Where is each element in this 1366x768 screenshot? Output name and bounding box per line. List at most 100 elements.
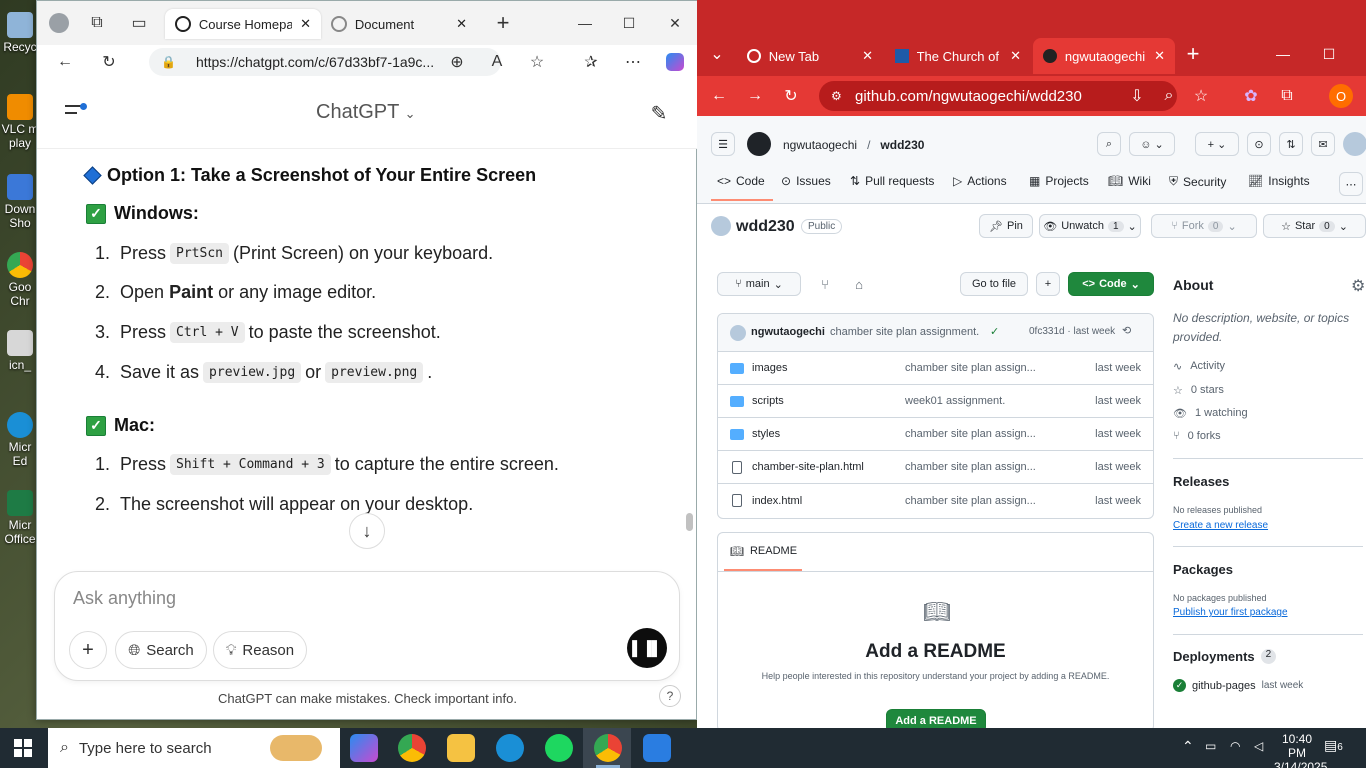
more-nav-icon[interactable]: ⋯ (1339, 172, 1363, 196)
menu-icon[interactable]: ☰ (711, 132, 735, 156)
minimize-icon[interactable]: — (565, 7, 605, 39)
tags-icon[interactable]: ⌂ (845, 270, 873, 298)
commit-message[interactable]: chamber site plan assignment. (830, 326, 979, 338)
notification-icon[interactable]: ▤6 (1324, 737, 1343, 754)
sidebar-toggle-icon[interactable] (65, 103, 87, 119)
watching-link[interactable]: 👁︎ 1 watching (1173, 407, 1248, 420)
minimize-icon[interactable]: — (1263, 38, 1303, 70)
maximize-icon[interactable]: ☐ (609, 7, 649, 39)
desktop-icon-chrome[interactable]: Goo Chr (0, 248, 40, 318)
help-button[interactable]: ? (659, 685, 681, 707)
releases-title[interactable]: Releases (1173, 474, 1229, 489)
user-avatar[interactable] (1343, 132, 1366, 156)
edge-tab-document[interactable]: Document ✕ (321, 9, 477, 39)
repo-nav-wiki[interactable]: 📖︎ Wiki (1108, 174, 1151, 188)
repo-nav-security[interactable]: ⛨ Security (1169, 174, 1226, 189)
voice-mode-button[interactable]: ▌▐▌ (627, 628, 667, 668)
copilot-icon[interactable] (661, 48, 689, 76)
close-tab-icon[interactable]: ✕ (300, 16, 311, 32)
profile-avatar[interactable]: O (1329, 84, 1353, 108)
pin-button[interactable]: 📌︎ Pin (979, 214, 1033, 238)
edge-taskbar-icon[interactable] (496, 734, 524, 762)
deployments-title[interactable]: Deployments 2 (1173, 649, 1277, 664)
extension-icon[interactable]: ✿ (1237, 82, 1265, 110)
desktop-icon-edge[interactable]: Micr Ed (0, 408, 40, 478)
file-explorer-icon[interactable] (447, 734, 475, 762)
owner-link[interactable]: ngwutaogechi (783, 138, 857, 152)
back-icon[interactable]: ← (51, 48, 79, 76)
create-new-button[interactable]: + ⌄ (1195, 132, 1239, 156)
create-release-link[interactable]: Create a new release (1173, 520, 1268, 531)
desktop-icon-vlc[interactable]: VLC m play (0, 90, 40, 160)
publish-package-link[interactable]: Publish your first package (1173, 607, 1288, 618)
new-tab-icon[interactable]: + (1179, 40, 1207, 68)
table-row[interactable]: images chamber site plan assign... last we… (718, 352, 1153, 385)
repo-nav-insights[interactable]: 📈︎ Insights (1248, 174, 1310, 188)
read-aloud-icon[interactable]: A (483, 48, 511, 76)
pull-requests-icon[interactable]: ⇅ (1279, 132, 1303, 156)
copilot-taskbar-icon[interactable] (350, 734, 378, 762)
chat-scrollbar[interactable] (684, 149, 696, 569)
reason-button[interactable]: 💡︎ Reason (213, 631, 307, 669)
close-window-icon[interactable]: ✕ (655, 7, 695, 39)
clock[interactable]: 10:40 PM 3/14/2025 (1274, 732, 1327, 768)
message-input[interactable]: Ask anything (73, 588, 176, 609)
branch-selector[interactable]: ⑂ main ⌄ (717, 272, 801, 296)
repo-nav-issues[interactable]: ⊙ Issues (781, 174, 831, 188)
zoom-icon[interactable]: ⊕ (443, 48, 471, 76)
repo-title[interactable]: wdd230 (736, 218, 795, 236)
table-row[interactable]: chamber-site-plan.html chamber site plan … (718, 451, 1153, 484)
copilot-button[interactable]: ☺ ⌄ (1129, 132, 1175, 156)
windows-start-icon[interactable] (14, 739, 32, 757)
attach-button[interactable]: + (69, 631, 107, 669)
inbox-icon[interactable]: ✉ (1311, 132, 1335, 156)
repo-nav-code[interactable]: <> Code (717, 174, 765, 188)
desktop-icon-recycle-bin[interactable]: Recyc (0, 8, 40, 78)
search-button[interactable]: 🌐︎ Search (115, 631, 207, 669)
battery-icon[interactable]: ▭ (1205, 739, 1216, 753)
commit-hash-time[interactable]: 0fc331d · last week (1029, 326, 1115, 337)
bookmark-star-icon[interactable]: ☆ (1187, 82, 1215, 110)
search-icon[interactable]: ⌕ (1097, 132, 1121, 156)
table-row[interactable]: styles chamber site plan assign... last we… (718, 418, 1153, 451)
install-icon[interactable]: ⇩ (1123, 82, 1151, 110)
deployment-item[interactable]: ✓ github-pages last week (1173, 679, 1303, 692)
table-row[interactable]: index.html chamber site plan assign... las… (718, 484, 1153, 517)
edge-tab-course-homepage[interactable]: Course Homepag ✕ (165, 9, 321, 39)
volume-icon[interactable]: ◁ (1254, 739, 1263, 753)
chrome-tab-new-tab[interactable]: New Tab ✕ (737, 38, 883, 74)
vscode-icon[interactable] (643, 734, 671, 762)
stars-link[interactable]: ☆ 0 stars (1173, 384, 1224, 397)
profile-icon[interactable] (45, 9, 73, 37)
go-to-file-button[interactable]: Go to file (960, 272, 1028, 296)
model-selector[interactable]: ChatGPT ⌄ (316, 101, 415, 124)
repo-nav-pull-requests[interactable]: ⇅ Pull requests (850, 174, 934, 188)
forward-icon[interactable]: → (741, 82, 769, 110)
chrome-profile-taskbar-icon[interactable] (594, 734, 622, 762)
chrome-tab-github[interactable]: ngwutaogechi ✕ (1033, 38, 1175, 74)
github-logo-icon[interactable] (747, 132, 771, 156)
tab-search-icon[interactable]: ⌄ (703, 40, 731, 68)
maximize-icon[interactable]: ☐ (1309, 38, 1349, 70)
settings-gear-icon[interactable]: ⚙ (1351, 276, 1365, 296)
table-row[interactable]: scripts week01 assignment. last week (718, 385, 1153, 418)
issues-icon[interactable]: ⊙ (1247, 132, 1271, 156)
readme-tab[interactable]: 📖︎ README (730, 545, 797, 558)
more-menu-icon[interactable]: ⋯ (619, 48, 647, 76)
activity-link[interactable]: ∿ Activity (1173, 360, 1225, 373)
scroll-to-bottom-button[interactable]: ↓ (349, 513, 385, 549)
back-icon[interactable]: ← (705, 82, 733, 110)
extensions-puzzle-icon[interactable]: ⧉ (1273, 82, 1301, 110)
forks-link[interactable]: ⑂ 0 forks (1173, 430, 1221, 442)
spotify-icon[interactable] (545, 734, 573, 762)
new-chat-icon[interactable]: ✎ (645, 99, 673, 127)
repo-nav-actions[interactable]: ▷ Actions (953, 174, 1007, 188)
commit-author[interactable]: ngwutaogechi (751, 326, 825, 338)
close-tab-icon[interactable]: ✕ (1010, 48, 1021, 64)
chrome-tab-church[interactable]: The Church of ✕ (885, 38, 1031, 74)
refresh-icon[interactable]: ↻ (777, 82, 805, 110)
chrome-taskbar-icon[interactable] (398, 734, 426, 762)
new-tab-icon[interactable]: + (489, 9, 517, 37)
desktop-icon-file[interactable]: icn_ (0, 326, 40, 396)
history-icon[interactable]: ⟲ (1122, 324, 1131, 337)
